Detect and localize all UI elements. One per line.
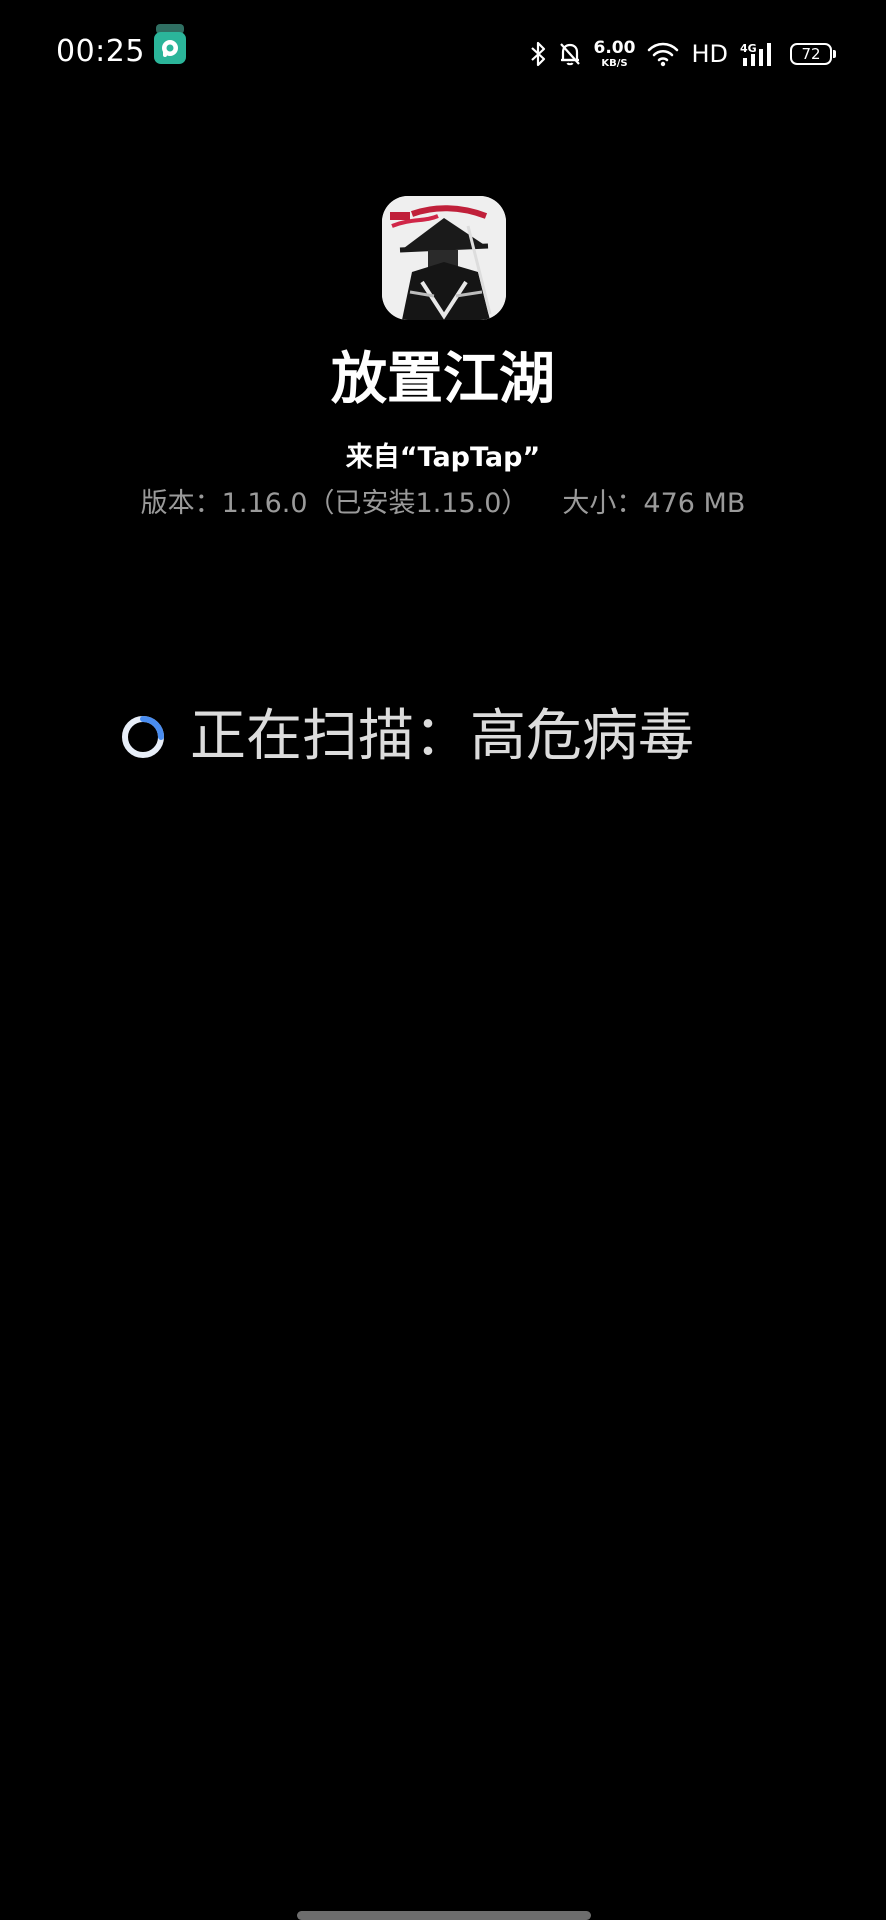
install-screen: 00:25 6.00 KB/S HD 4G 72 放置江湖 来自“TapTap”… xyxy=(0,0,886,1920)
app-size: 大小：476 MB xyxy=(562,488,746,519)
battery-level: 72 xyxy=(801,45,821,63)
bluetooth-icon xyxy=(530,41,546,67)
status-bar: 00:25 6.00 KB/S HD 4G 72 xyxy=(0,0,886,96)
app-meta: 版本：1.16.0（已安装1.15.0） 大小：476 MB xyxy=(0,484,886,524)
status-time: 00:25 xyxy=(56,34,145,69)
app-source: 来自“TapTap” xyxy=(345,442,541,473)
network-label: HD xyxy=(691,40,728,68)
signal-type-label: 4G xyxy=(740,42,757,55)
network-speed-unit: KB/S xyxy=(601,57,628,69)
scan-status: 正在扫描：高危病毒 xyxy=(120,700,694,774)
home-indicator[interactable] xyxy=(297,1911,591,1920)
scan-status-text: 正在扫描：高危病毒 xyxy=(190,704,694,769)
bell-muted-icon xyxy=(558,41,582,67)
loading-spinner-icon xyxy=(122,716,164,758)
app-name: 放置江湖 xyxy=(331,347,555,412)
wifi-icon xyxy=(647,41,679,67)
network-speed: 6.00 KB/S xyxy=(593,37,636,69)
network-speed-value: 6.00 xyxy=(593,37,636,58)
notification-app-icon xyxy=(154,24,186,70)
app-icon xyxy=(382,196,506,320)
cellular-signal-icon: 4G xyxy=(740,40,778,68)
app-version: 版本：1.16.0（已安装1.15.0） xyxy=(140,488,529,519)
battery-icon: 72 xyxy=(790,43,836,65)
status-icons: 6.00 KB/S HD 4G 72 xyxy=(530,34,836,74)
